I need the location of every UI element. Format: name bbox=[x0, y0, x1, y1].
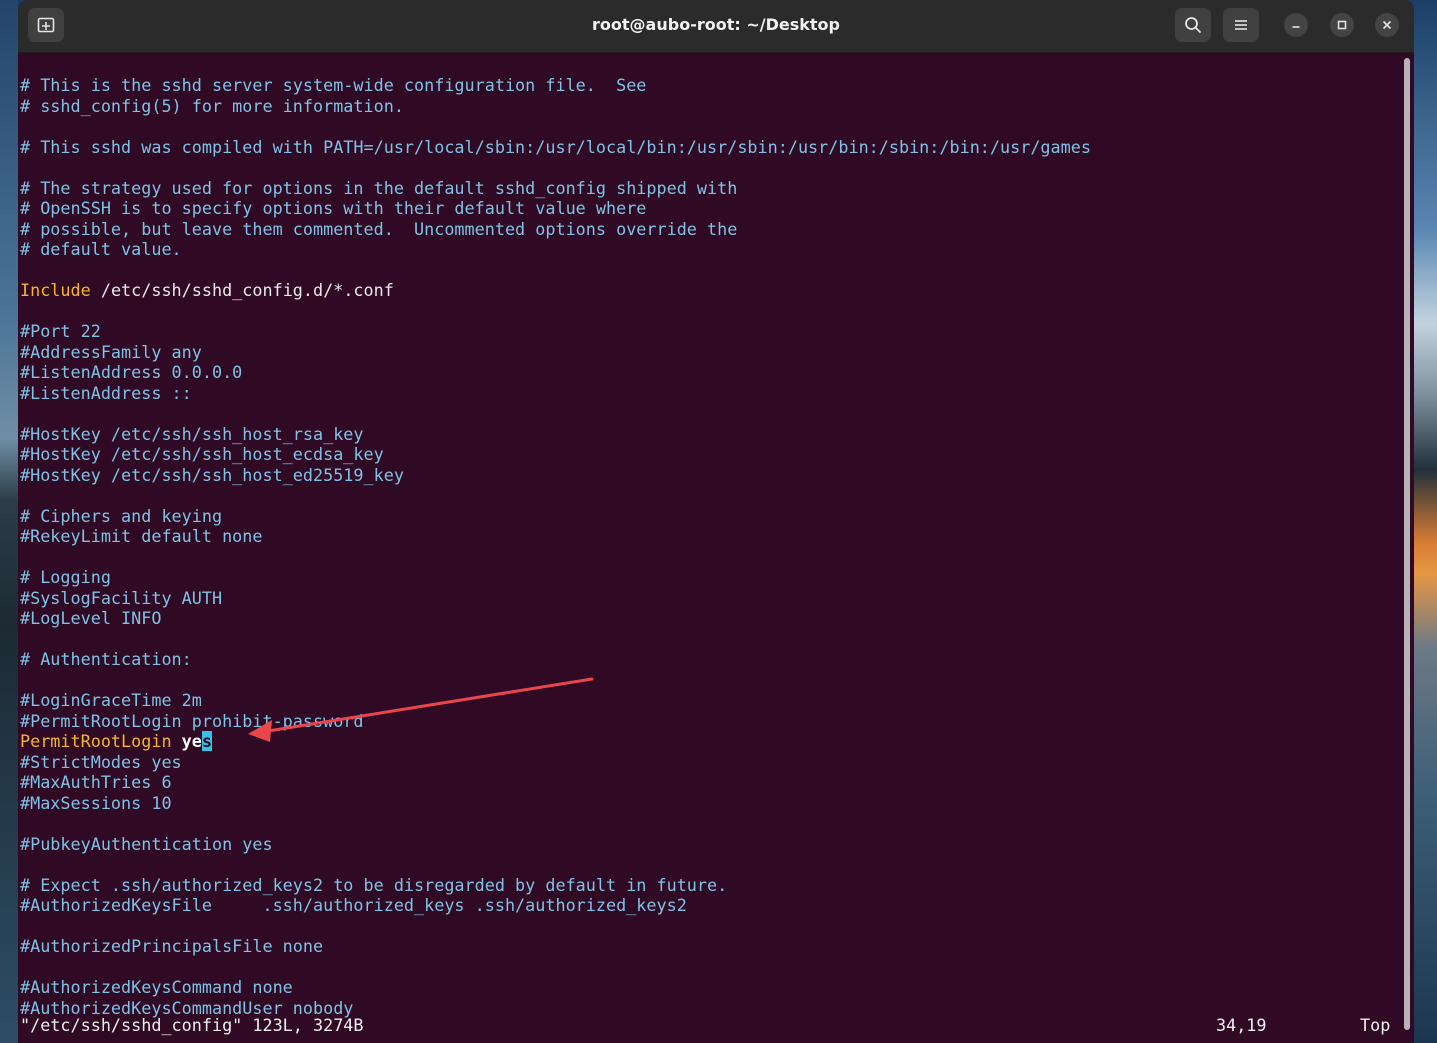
close-icon bbox=[1381, 16, 1393, 35]
status-cursor-position: 34,19 bbox=[1216, 1015, 1267, 1035]
title-bar[interactable]: root@aubo-root: ~/Desktop bbox=[18, 0, 1414, 53]
buffer-line: # possible, but leave them commented. Un… bbox=[20, 218, 738, 239]
buffer-line: # This is the sshd server system-wide co… bbox=[20, 75, 647, 95]
desktop-wallpaper-right bbox=[1413, 0, 1437, 1043]
search-button[interactable] bbox=[1175, 8, 1211, 42]
buffer-line bbox=[20, 116, 1091, 137]
buffer-line: #Port 22 bbox=[20, 321, 101, 341]
buffer-line bbox=[20, 403, 1091, 424]
desktop-wallpaper-left bbox=[0, 0, 18, 1043]
buffer-line: # Ciphers and keying bbox=[20, 505, 223, 526]
terminal-area[interactable]: # This is the sshd server system-wide co… bbox=[20, 53, 1400, 1043]
close-button[interactable] bbox=[1375, 13, 1399, 37]
buffer-line: #ListenAddress :: bbox=[20, 382, 192, 403]
buffer-line bbox=[20, 301, 1091, 322]
buffer-line: #PermitRootLogin prohibit-password bbox=[20, 710, 364, 731]
buffer-line: #MaxAuthTries 6 bbox=[20, 772, 172, 792]
minimize-icon bbox=[1290, 16, 1302, 35]
buffer-line: #PubkeyAuthentication yes bbox=[20, 833, 273, 854]
scrollbar-thumb[interactable] bbox=[1404, 58, 1410, 1030]
buffer-line bbox=[20, 813, 1091, 834]
buffer-line: #HostKey /etc/ssh/ssh_host_rsa_key bbox=[20, 423, 364, 444]
scrollbar[interactable] bbox=[1404, 58, 1410, 1030]
terminal-window: root@aubo-root: ~/Desktop # This is the … bbox=[18, 0, 1414, 1043]
hamburger-menu-icon bbox=[1233, 18, 1249, 32]
buffer-line: #AuthorizedKeysCommand none bbox=[20, 977, 293, 997]
maximize-button[interactable] bbox=[1330, 13, 1354, 37]
buffer-line: #AddressFamily any bbox=[20, 341, 202, 362]
menu-button[interactable] bbox=[1223, 8, 1259, 42]
buffer-line: # Authentication: bbox=[20, 649, 192, 669]
include-keyword: Include bbox=[20, 280, 91, 300]
buffer-line: # Logging bbox=[20, 567, 111, 587]
minimize-button[interactable] bbox=[1284, 13, 1308, 37]
buffer-line: #HostKey /etc/ssh/ssh_host_ed25519_key bbox=[20, 464, 404, 485]
buffer-line: #ListenAddress 0.0.0.0 bbox=[20, 362, 243, 382]
include-path: /etc/ssh/sshd_config.d/*.conf bbox=[90, 280, 394, 300]
buffer-line bbox=[20, 916, 1091, 937]
buffer-line: #AuthorizedKeysFile .ssh/authorized_keys… bbox=[20, 895, 687, 915]
buffer-line: # The strategy used for options in the d… bbox=[20, 177, 738, 198]
buffer-line: #HostKey /etc/ssh/ssh_host_ecdsa_key bbox=[20, 444, 384, 464]
permit-root-login-value: ye bbox=[181, 731, 202, 751]
buffer-line: #LoginGraceTime 2m bbox=[20, 690, 202, 710]
permit-root-login-line: PermitRootLogin yes bbox=[20, 731, 1091, 752]
buffer-line: #MaxSessions 10 bbox=[20, 792, 172, 813]
buffer-line bbox=[20, 670, 1091, 691]
buffer-line: #SyslogFacility AUTH bbox=[20, 587, 223, 608]
vim-buffer[interactable]: # This is the sshd server system-wide co… bbox=[20, 75, 1091, 1018]
buffer-line bbox=[20, 157, 1091, 178]
buffer-line: # Expect .ssh/authorized_keys2 to be dis… bbox=[20, 874, 728, 895]
buffer-line: # sshd_config(5) for more information. bbox=[20, 95, 404, 116]
text-cursor: s bbox=[201, 731, 212, 751]
status-scroll-position: Top bbox=[1360, 1015, 1391, 1035]
permit-root-login-keyword: PermitRootLogin bbox=[20, 731, 172, 751]
include-line: Include /etc/ssh/sshd_config.d/*.conf bbox=[20, 280, 1091, 301]
buffer-line: # OpenSSH is to specify options with the… bbox=[20, 198, 647, 218]
status-file-info: "/etc/ssh/sshd_config" 123L, 3274B bbox=[20, 1015, 364, 1035]
buffer-line: # This sshd was compiled with PATH=/usr/… bbox=[20, 136, 1091, 157]
buffer-line: #RekeyLimit default none bbox=[20, 526, 263, 546]
buffer-line bbox=[20, 485, 1091, 506]
buffer-line bbox=[20, 957, 1091, 978]
buffer-line: #AuthorizedPrincipalsFile none bbox=[20, 936, 324, 956]
buffer-line bbox=[20, 854, 1091, 875]
buffer-line bbox=[20, 260, 1091, 281]
buffer-line: #StrictModes yes bbox=[20, 751, 182, 772]
buffer-line: # default value. bbox=[20, 239, 182, 259]
maximize-icon bbox=[1336, 16, 1348, 35]
buffer-line bbox=[20, 547, 1091, 568]
search-icon bbox=[1184, 16, 1202, 34]
buffer-line: #LogLevel INFO bbox=[20, 608, 162, 628]
buffer-line bbox=[20, 629, 1091, 650]
vim-status-line: "/etc/ssh/sshd_config" 123L, 3274B 34,19… bbox=[20, 1015, 1400, 1036]
